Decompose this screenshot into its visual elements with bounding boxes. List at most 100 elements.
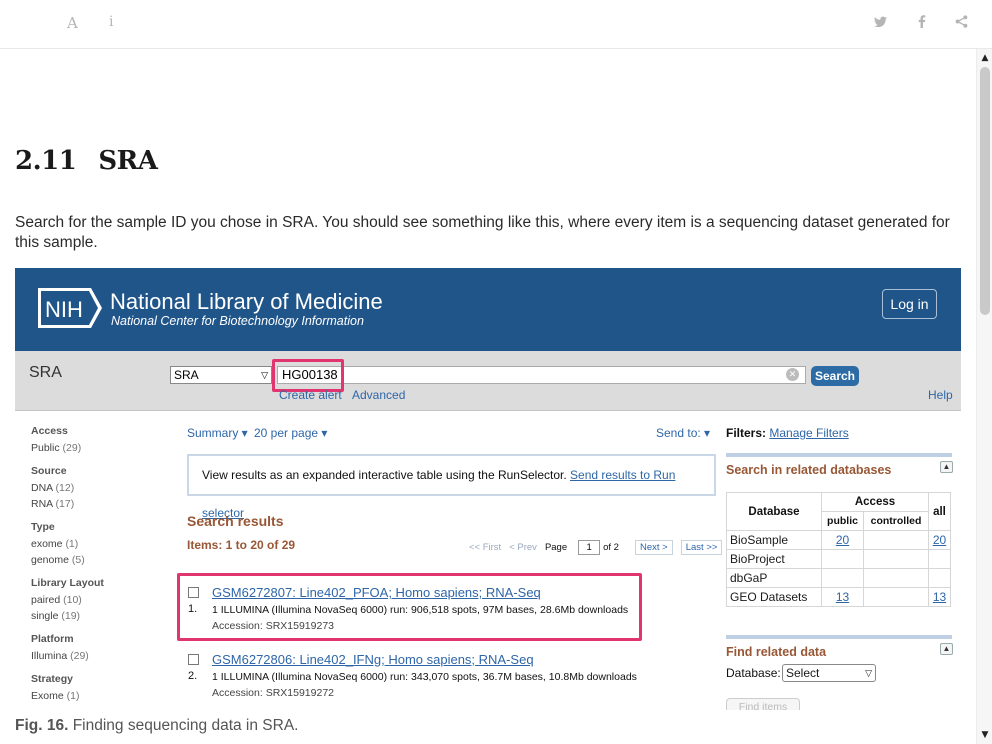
column-header-all: all [928,492,951,531]
nih-logo-text: NIH [45,297,83,322]
column-header-database: Database [726,492,822,531]
database-select-value: SRA [174,368,199,382]
chevron-down-icon: ▽ [261,370,268,380]
figure-caption: Fig. 16. Finding sequencing data in SRA. [15,717,298,735]
filter-title: Type [31,521,55,533]
related-database-select-value: Select [786,666,820,680]
twitter-icon[interactable] [874,14,887,32]
ncbi-header: NIH National Library of Medicine Nationa… [15,268,961,351]
database-label: Database: [726,666,781,680]
all-count-link[interactable] [928,568,951,588]
public-count-link[interactable]: 20 [821,530,864,550]
result-accession: Accession: SRX15919272 [212,687,334,699]
result-title-link[interactable]: GSM6272806: Line402_IFNg; Homo sapiens; … [212,652,534,667]
nlm-title[interactable]: National Library of Medicine [110,289,383,315]
divider [726,635,952,639]
public-count-link[interactable] [821,549,864,569]
database-select[interactable]: SRA ▽ [170,366,272,384]
filter-item[interactable]: Exome (1) [31,688,151,704]
collapse-icon[interactable]: ▲ [940,643,953,655]
controlled-count [863,568,929,588]
filter-group: Access Public (29) [31,425,151,456]
table-row: BioSample 20 20 [726,530,951,550]
result-description: 1 ILLUMINA (Illumina NovaSeq 6000) run: … [212,671,637,683]
results-title: Search results [187,513,284,529]
find-items-button[interactable]: Find items [726,698,800,710]
caption-text: Finding sequencing data in SRA. [68,717,299,734]
filter-group: Type exome (1) genome (5) [31,521,151,568]
related-databases-table: Database Access all public controlled Bi… [726,492,951,607]
advanced-link[interactable]: Advanced [352,388,405,402]
info-icon[interactable]: i [109,14,113,30]
chevron-down-icon: ▽ [865,668,872,678]
related-database-select[interactable]: Select ▽ [782,664,876,682]
runselector-banner: View results as an expanded interactive … [187,454,716,520]
nih-logo-icon[interactable]: NIH [37,287,103,329]
search-bar: SRA SRA ▽ HG00138 ✕ Search Create alert … [15,351,961,411]
result-checkbox[interactable] [188,654,199,665]
per-page-dropdown[interactable]: 20 per page ▾ [254,426,327,440]
facebook-icon[interactable] [918,14,926,32]
db-cell: BioProject [726,549,822,569]
filter-group: Platform Illumina (29) [31,633,151,664]
all-count-link[interactable] [928,549,951,569]
result-item: 2. GSM6272806: Line402_IFNg; Homo sapien… [187,652,657,702]
pager: << First < Prev Page 1 of 2 Next > Last >> [469,540,730,555]
table-row: dbGaP [726,568,951,588]
database-label: SRA [29,364,62,381]
filter-item[interactable]: Illumina (29) [31,648,151,664]
share-icon[interactable] [955,14,968,32]
all-count-link[interactable]: 13 [928,587,951,607]
public-count-link[interactable]: 13 [821,587,864,607]
send-to-dropdown[interactable]: Send to: ▾ [656,426,710,440]
collapse-icon[interactable]: ▲ [940,461,953,473]
db-cell: BioSample [726,530,822,550]
scroll-up-arrow-icon[interactable]: ▲ [980,53,990,63]
controlled-count [863,549,929,569]
filter-item[interactable]: paired (10) [31,592,151,608]
filter-item[interactable]: DNA (12) [31,480,151,496]
first-page-link[interactable]: << First [469,542,501,553]
table-row: GEO Datasets 13 13 [726,587,951,607]
filter-item[interactable]: exome (1) [31,536,151,552]
section-heading: 2.11 SRA [15,146,158,176]
manage-filters-link[interactable]: Manage Filters [769,426,848,440]
filters-label: Filters: Manage Filters [726,426,849,440]
items-count: Items: 1 to 20 of 29 [187,538,296,552]
public-count-link[interactable] [821,568,864,588]
divider [726,453,952,457]
font-settings-icon[interactable]: A [67,14,78,32]
create-alert-link[interactable]: Create alert [279,388,342,402]
filter-title: Access [31,425,68,437]
column-header-public: public [821,511,864,531]
next-page-button[interactable]: Next > [634,540,673,555]
scrollbar-thumb[interactable] [980,67,990,315]
search-input[interactable]: HG00138 ✕ [277,366,806,384]
filter-item[interactable]: single (19) [31,608,151,624]
find-related-title: Find related data [726,645,827,659]
page-input[interactable]: 1 [578,540,601,555]
filter-sidebar: Access Public (29) Source DNA (12) RNA (… [31,425,151,710]
controlled-count [863,530,929,550]
filter-item[interactable]: RNA (17) [31,496,151,512]
clear-search-icon[interactable]: ✕ [786,368,799,381]
summary-dropdown[interactable]: Summary ▾ [187,426,248,440]
page-label: Page 1 of 2 [544,540,619,555]
all-count-link[interactable]: 20 [928,530,951,550]
filter-item[interactable]: Public (29) [31,440,151,456]
login-button[interactable]: Log in [882,289,937,319]
filter-group: Strategy Exome (1) [31,673,151,704]
caption-label: Fig. 16. [15,717,69,734]
last-page-button[interactable]: Last >> [680,540,723,555]
column-header-access: Access [821,492,929,512]
filter-group: Source DNA (12) RNA (17) [31,465,151,512]
filter-item[interactable]: genome (5) [31,552,151,568]
page-scrollbar[interactable]: ▲ ▼ [976,49,992,744]
scroll-down-arrow-icon[interactable]: ▼ [980,730,990,740]
section-number: 2.11 [15,146,77,176]
help-link[interactable]: Help [928,388,953,402]
prev-page-link[interactable]: < Prev [509,542,537,553]
runselector-text: View results as an expanded interactive … [202,468,571,482]
search-button[interactable]: Search [811,366,859,386]
table-row: BioProject [726,549,951,569]
